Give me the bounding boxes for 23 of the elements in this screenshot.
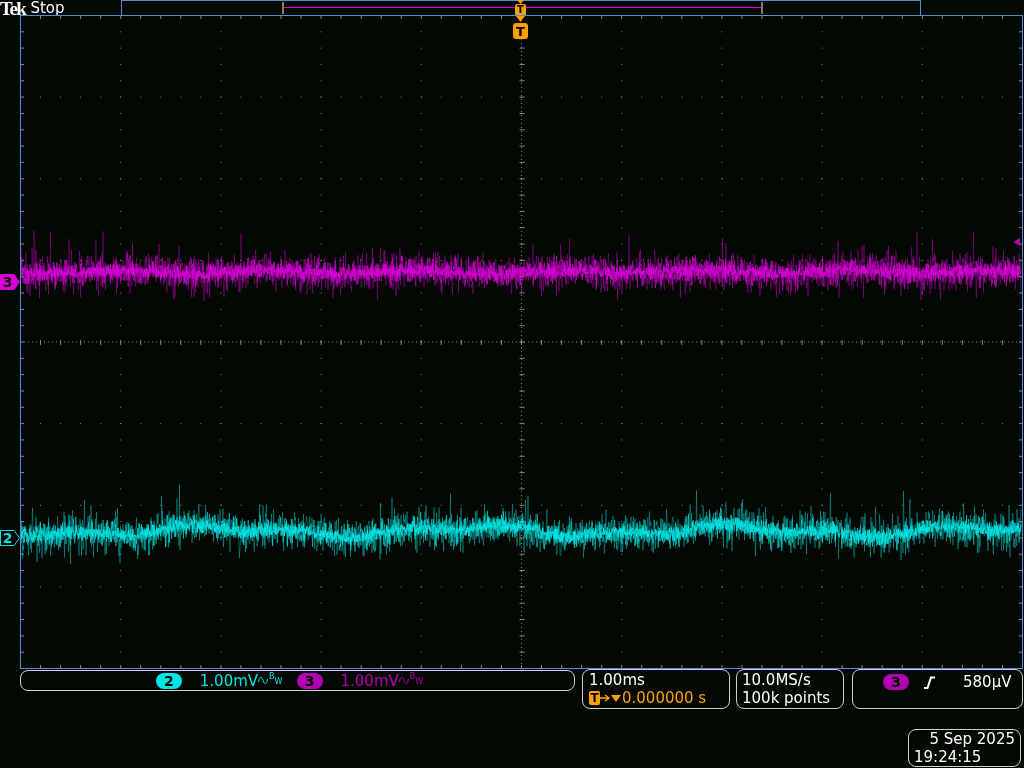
rising-edge-icon <box>923 675 936 689</box>
brand-logo: Tek <box>0 1 26 17</box>
trigger-marker: T <box>589 691 600 705</box>
acquisition-status: Stop <box>30 0 65 16</box>
sine-wave-icon <box>258 676 269 685</box>
channel-marker: 2 <box>0 530 20 546</box>
channel-badge[interactable]: 2 <box>155 672 182 689</box>
trigger-level-icon <box>1013 238 1020 246</box>
time-per-div-readout: 1.00ms <box>589 671 646 689</box>
trigger-source-badge[interactable]: 3 <box>883 674 909 690</box>
time-label: 19:24:15 <box>914 748 983 766</box>
sample-rate-readout: 10.0MS/s <box>742 671 812 689</box>
date-label: 5 Sep 2025 <box>928 730 1015 748</box>
trigger-level-readout: 580µV <box>963 673 1012 691</box>
volts-per-div-readout: 1.00mV <box>199 671 259 690</box>
record-length-readout: 100k points <box>742 689 832 707</box>
trigger-delay-readout: 0.000000 s <box>622 689 707 707</box>
arrow-right-icon <box>600 694 610 702</box>
channel-badge[interactable]: 3 <box>296 672 323 689</box>
sine-wave-icon <box>398 676 409 685</box>
volts-per-div-readout: 1.00mV <box>340 671 399 690</box>
channel-marker: 3 <box>0 274 20 290</box>
caret-down-icon <box>611 694 621 702</box>
